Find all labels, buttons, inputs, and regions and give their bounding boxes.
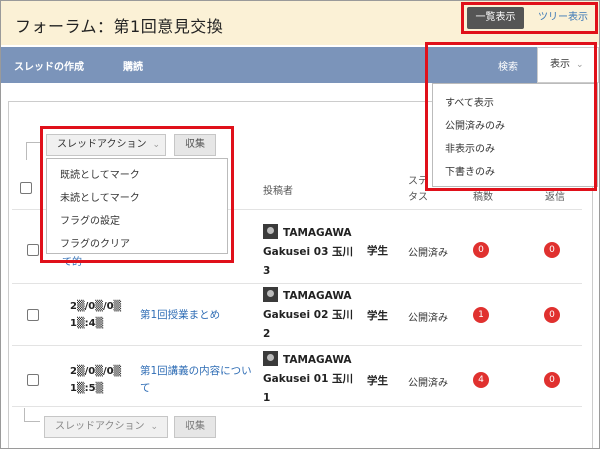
row-divider: [12, 283, 582, 284]
thread-action-label: スレッドアクション: [55, 421, 145, 432]
status-cell: 公開済み: [408, 313, 448, 324]
role-cell: 学生: [367, 245, 388, 257]
status-cell: 公開済み: [408, 248, 448, 259]
avatar: [263, 351, 278, 366]
avatar: [263, 224, 278, 239]
display-menu-highlight: [425, 42, 597, 191]
status-cell: 公開済み: [408, 378, 448, 389]
select-all-checkbox[interactable]: [20, 182, 32, 194]
thread-title-link[interactable]: 第1回講義の内容につい て: [140, 363, 252, 397]
thread-action-highlight: [40, 126, 234, 263]
unread-count-badge[interactable]: 0: [473, 242, 489, 258]
chevron-down-icon: ⌄: [150, 422, 159, 432]
unread-count-badge[interactable]: 4: [473, 372, 489, 388]
author-column-header[interactable]: 投稿者: [263, 182, 293, 197]
author-cell: TAMAGAWA Gakusei 01 玉川 1: [263, 351, 353, 408]
create-thread-link[interactable]: スレッドの作成: [14, 58, 84, 73]
row-divider: [12, 406, 582, 407]
tree-connector-icon: [24, 408, 25, 422]
thread-title-link[interactable]: 第1回授業まとめ: [140, 307, 220, 324]
role-cell: 学生: [367, 310, 388, 322]
unread-count-badge[interactable]: 1: [473, 307, 489, 323]
reply-count-badge[interactable]: 0: [544, 307, 560, 323]
role-cell: 学生: [367, 375, 388, 387]
view-toggle-highlight: [461, 2, 598, 34]
author-cell: TAMAGAWA Gakusei 03 玉川 3: [263, 224, 353, 281]
tree-connector-icon: [26, 142, 27, 160]
row-checkbox[interactable]: [27, 309, 39, 321]
reply-count-badge[interactable]: 0: [544, 372, 560, 388]
reply-count-badge[interactable]: 0: [544, 242, 560, 258]
date-cell: 2▒/0▒/0▒ 1▒:5▒: [70, 366, 122, 394]
row-checkbox[interactable]: [27, 374, 39, 386]
subscribe-link[interactable]: 購読: [123, 58, 143, 73]
tree-connector-line: [24, 421, 40, 422]
thread-action-button-bottom[interactable]: スレッドアクション ⌄: [44, 416, 168, 438]
row-checkbox[interactable]: [27, 244, 39, 256]
avatar: [263, 287, 278, 302]
author-cell: TAMAGAWA Gakusei 02 玉川 2: [263, 287, 353, 344]
collect-button-bottom[interactable]: 収集: [174, 416, 216, 438]
page-title: フォーラム：第1回意見交換: [15, 17, 224, 36]
date-cell: 2▒/0▒/0▒ 1▒:4▒: [70, 301, 122, 329]
row-divider: [12, 345, 582, 346]
